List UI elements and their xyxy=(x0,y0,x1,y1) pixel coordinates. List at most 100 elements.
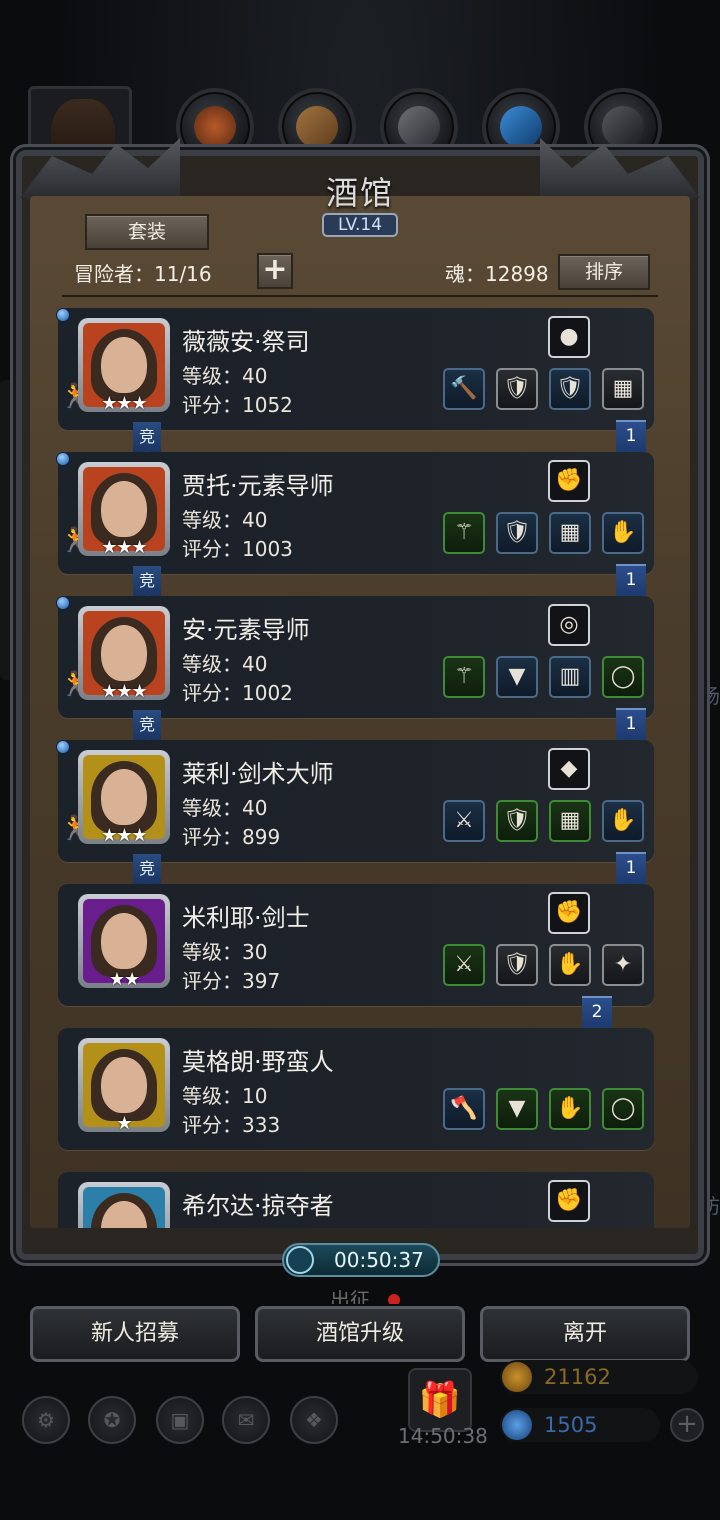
online-gem-icon xyxy=(56,740,70,754)
accessory-slot[interactable]: ◆ xyxy=(548,748,590,790)
gold-chest-icon xyxy=(502,1362,532,1392)
gift-button[interactable]: 🎁 xyxy=(408,1368,472,1432)
share-button[interactable]: ❖ xyxy=(290,1396,338,1444)
hero-portrait[interactable] xyxy=(78,1182,170,1228)
equipment-slot[interactable]: ▦ xyxy=(549,512,591,554)
armor-icon: 🛡 xyxy=(503,376,531,401)
equipment-slot[interactable]: 🔨 xyxy=(443,368,485,410)
equipment-slot[interactable]: ⚔ xyxy=(443,944,485,986)
soul-count: 魂：12898 xyxy=(445,262,549,286)
online-gem-icon xyxy=(56,452,70,466)
equipment-slot[interactable]: ▥ xyxy=(549,656,591,698)
chest-icon: ▦ xyxy=(612,376,634,401)
chest-icon: ▦ xyxy=(559,808,581,833)
crystal-icon xyxy=(500,106,542,148)
leave-button[interactable]: 离开 xyxy=(480,1306,690,1362)
shield-icon: 🛡 xyxy=(556,376,584,401)
equipment-slot[interactable]: 🛡 xyxy=(496,368,538,410)
settings-button[interactable]: ⚙ xyxy=(22,1396,70,1444)
equipment-slot[interactable]: ⚔ xyxy=(443,800,485,842)
hero-stars: ★★★ xyxy=(101,681,147,702)
timer-value: 00:50:37 xyxy=(334,1248,424,1272)
achievement-button[interactable]: ✪ xyxy=(88,1396,136,1444)
armor-icon: 🛡 xyxy=(503,520,531,545)
equipment-slot[interactable]: ▼ xyxy=(496,656,538,698)
hero-stars: ★★★ xyxy=(101,825,147,846)
wood-icon xyxy=(296,106,338,148)
book-icon: ▣ xyxy=(170,1408,190,1432)
hero-portrait[interactable]: ★★ xyxy=(78,894,170,990)
hero-card[interactable]: 🏃 ★★★ 安·元素导师 等级：40 评分：1002 ◎ ⚚ ▼ ▥ ◯ xyxy=(56,596,654,718)
equipment-slot[interactable]: ✋ xyxy=(549,944,591,986)
codex-button[interactable]: ▣ xyxy=(156,1396,204,1444)
accessory-slot[interactable]: ◎ xyxy=(548,604,590,646)
hero-portrait[interactable]: ★★★ xyxy=(78,606,170,702)
staff-icon: ⚚ xyxy=(454,664,474,689)
mail-button[interactable]: ✉ xyxy=(222,1396,270,1444)
sort-button[interactable]: 排序 xyxy=(558,254,650,290)
hero-portrait[interactable]: ★★★ xyxy=(78,318,170,414)
equipment-slot[interactable]: ◯ xyxy=(602,656,644,698)
equipment-slot[interactable]: ▦ xyxy=(602,368,644,410)
hero-portrait[interactable]: ★★★ xyxy=(78,462,170,558)
gear-icon: ⚙ xyxy=(37,1408,55,1432)
equipment-slot[interactable]: 🛡 xyxy=(549,368,591,410)
hero-score: 评分：1002 xyxy=(182,681,293,705)
online-gem-icon xyxy=(56,596,70,610)
page-title: 酒馆 xyxy=(325,174,394,212)
hero-card[interactable]: ★ 莫格朗·野蛮人等级：10 评分：333 🪓 ▼ ✋ ◯ xyxy=(58,1028,654,1150)
hero-stars: ★★ xyxy=(108,969,140,990)
hero-level: 等级：40 xyxy=(182,652,268,676)
add-currency-button[interactable]: + xyxy=(670,1408,704,1442)
upgrade-tavern-button[interactable]: 酒馆升级 xyxy=(255,1306,465,1362)
hero-face xyxy=(101,769,147,825)
accessory-slot[interactable]: ● xyxy=(548,316,590,358)
hero-score: 评分：333 xyxy=(182,1113,281,1137)
accessory-slot[interactable]: ✊ xyxy=(548,1180,590,1222)
hero-card[interactable]: 🏃 ★★★ 莱利·剑术大师 等级：40 评分：899 ◆ ⚔ 🛡 ▦ ✋ xyxy=(56,740,654,862)
hero-card[interactable]: 希尔达·掠夺者 ✊ xyxy=(58,1172,654,1228)
equipment-slot[interactable]: ▦ xyxy=(549,800,591,842)
accessory-slot[interactable]: ✊ xyxy=(548,892,590,934)
hero-score: 评分：1052 xyxy=(182,393,293,417)
equipment-slot[interactable]: 🪓 xyxy=(443,1088,485,1130)
add-slot-button[interactable]: + xyxy=(257,253,293,289)
hero-level: 等级：10 xyxy=(182,1084,268,1108)
hero-stars: ★★★ xyxy=(101,393,147,414)
clock-icon xyxy=(286,1246,314,1274)
equipment-slot[interactable]: ✋ xyxy=(549,1088,591,1130)
gold-value: 21162 xyxy=(544,1365,611,1389)
equipment-slot[interactable]: ⚚ xyxy=(443,656,485,698)
recruit-button[interactable]: 新人招募 xyxy=(30,1306,240,1362)
equipment-slot[interactable]: ▼ xyxy=(496,1088,538,1130)
equipment-slot[interactable]: 🛡 xyxy=(496,512,538,554)
hero-portrait[interactable]: ★ xyxy=(78,1038,170,1134)
arena-tag: 竞 xyxy=(133,422,161,456)
hero-level: 等级：40 xyxy=(182,364,268,388)
hero-card[interactable]: ★★ 米利耶·剑士 等级：30 评分：397 ✊ ⚔ 🛡 ✋ ✦ xyxy=(58,884,654,1006)
equipment-slot[interactable]: 🛡 xyxy=(496,800,538,842)
tavern-level-badge: LV.14 xyxy=(322,213,398,237)
equipment-slot[interactable]: ⚚ xyxy=(443,512,485,554)
accessory-slot[interactable]: ✊ xyxy=(548,460,590,502)
hero-portrait[interactable]: ★★★ xyxy=(78,750,170,846)
hero-stars: ★ xyxy=(116,1113,132,1134)
equipment-set-button[interactable]: 套装 xyxy=(85,214,209,250)
hero-name: 莫格朗·野蛮人 xyxy=(182,1048,334,1076)
equipment-slot[interactable]: ✋ xyxy=(602,512,644,554)
hero-name: 米利耶·剑士 xyxy=(182,904,310,932)
hero-score: 评分：899 xyxy=(182,825,281,849)
hero-score: 评分：397 xyxy=(182,969,281,993)
equipment-slot[interactable]: 🛡 xyxy=(496,944,538,986)
plank-icon: ▥ xyxy=(559,664,581,689)
refresh-timer: 00:50:37 xyxy=(282,1243,440,1277)
hero-stars: ★★★ xyxy=(101,537,147,558)
equipment-slot[interactable]: ◯ xyxy=(602,1088,644,1130)
hero-name: 莱利·剑术大师 xyxy=(182,760,334,788)
iron-ingot-icon xyxy=(398,106,440,148)
hero-card[interactable]: 🏃 ★★★ 薇薇安·祭司 等级：40 评分：1052 ● 🔨 🛡 🛡 ▦ xyxy=(56,308,654,430)
equipment-slot[interactable]: ✋ xyxy=(602,800,644,842)
hero-card[interactable]: 🏃 ★★★ 贾托·元素导师 等级：40 评分：1003 ✊ ⚚ 🛡 ▦ ✋ xyxy=(56,452,654,574)
equipment-slot[interactable]: ✦ xyxy=(602,944,644,986)
hero-score: 评分：1003 xyxy=(182,537,293,561)
